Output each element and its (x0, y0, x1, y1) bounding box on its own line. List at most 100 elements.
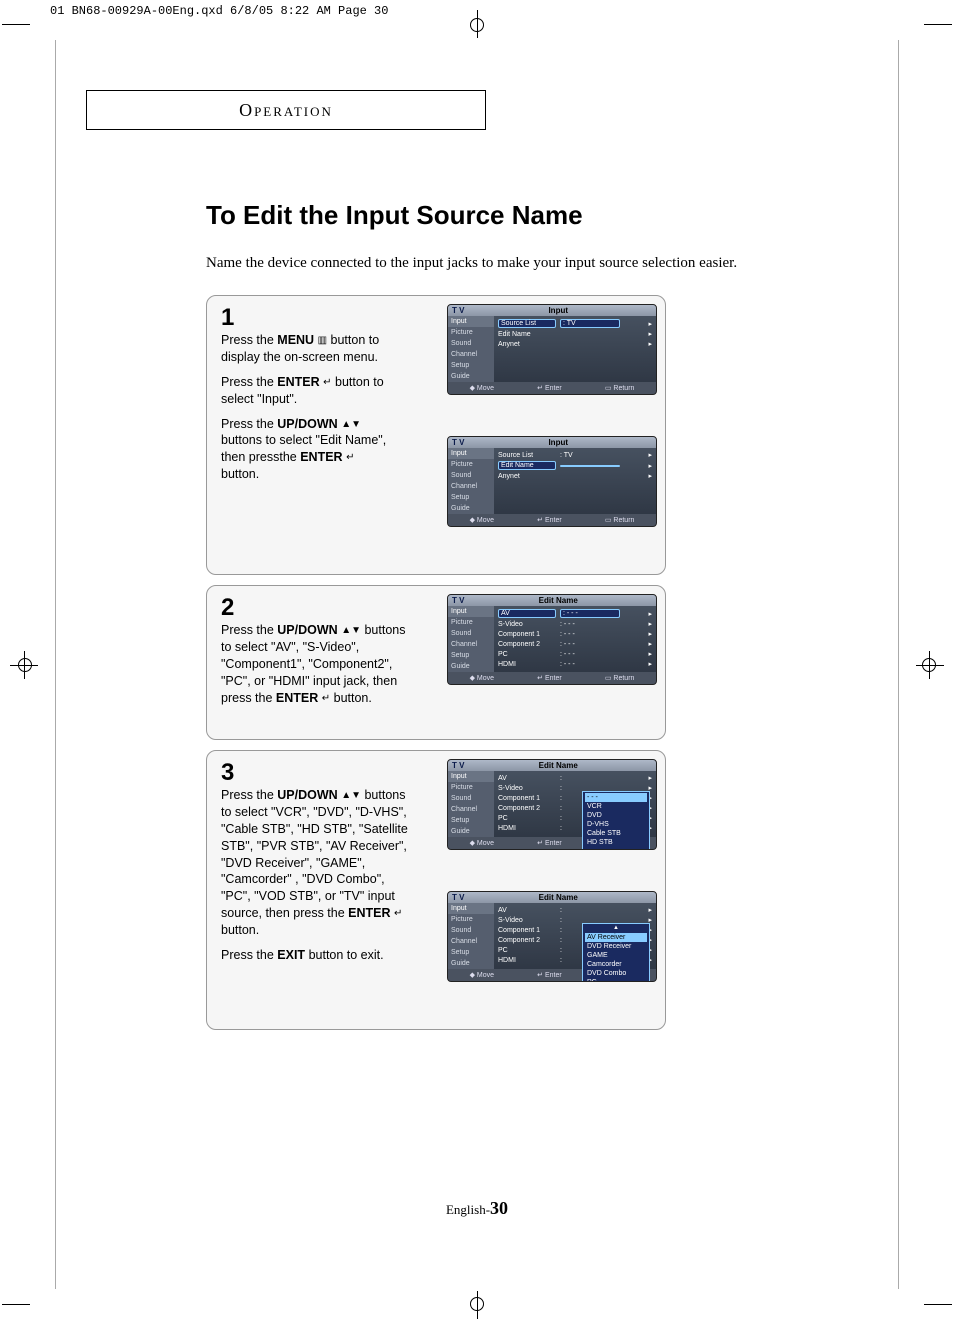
menu-row: Edit Name ▸ (498, 460, 652, 471)
chevron-right-icon: ▸ (648, 774, 652, 782)
intro-text: Name the device connected to the input j… (206, 255, 828, 272)
registration-mark-icon (18, 658, 32, 672)
updown-icon: ▲▼ (341, 625, 361, 636)
sidebar-item: Channel (448, 639, 494, 650)
menu-title: Edit Name (539, 761, 578, 770)
dropdown-menu: ▲AV ReceiverDVD ReceiverGAMECamcorderDVD… (582, 923, 650, 982)
sidebar-item: Input (448, 771, 494, 782)
sidebar-item: Guide (448, 826, 494, 837)
menu-row: S-Video : - - - ▸ (498, 619, 652, 629)
step-paragraph: Press the ENTER ↵ button to select "Inpu… (221, 374, 391, 408)
dropdown-item: DVD Receiver (585, 942, 647, 951)
dropdown-item: AV Receiver (585, 933, 647, 942)
sidebar-item: Setup (448, 947, 494, 958)
row-label: HDMI (498, 825, 556, 832)
dropdown-item: GAME (585, 951, 647, 960)
section-heading: Operation (239, 100, 333, 121)
step-1: 1 Press the MENU ▥ button to display the… (206, 295, 666, 575)
row-value: : - - - (560, 661, 620, 668)
menu-title: Edit Name (539, 893, 578, 902)
sidebar-item: Channel (448, 349, 494, 360)
footer-hint: ↵ Enter (537, 516, 562, 524)
tv-label: T V (452, 306, 464, 315)
registration-mark-icon (470, 1297, 484, 1311)
chevron-right-icon: ▸ (648, 320, 652, 328)
row-label: AV (498, 775, 556, 782)
chevron-right-icon: ▸ (648, 610, 652, 618)
sidebar-item: Setup (448, 650, 494, 661)
footer-hint: ◆ Move (470, 384, 494, 392)
step-paragraph: Press the UP/DOWN ▲▼ buttons to select "… (221, 622, 411, 706)
dropdown-item: PC (585, 978, 647, 982)
crop-mark (924, 1304, 952, 1305)
menu-screenshot-4: T V Edit Name InputPictureSoundChannelSe… (447, 759, 657, 850)
footer-hint: ↵ Enter (537, 839, 562, 847)
step-text: Press the MENU ▥ button to display the o… (221, 330, 391, 483)
crop-mark (2, 24, 30, 25)
row-value: : TV (560, 319, 620, 328)
row-label: Anynet (498, 341, 556, 348)
menu-row: HDMI : - - - ▸ (498, 659, 652, 669)
footer-hint: ◆ Move (470, 516, 494, 524)
row-value: : - - - (560, 651, 620, 658)
footer-hint: ◆ Move (470, 971, 494, 979)
chevron-up-icon: ▲ (585, 925, 647, 933)
row-label: Component 1 (498, 927, 556, 934)
sidebar-item: Channel (448, 804, 494, 815)
footer-hint: ↵ Enter (537, 384, 562, 392)
row-label: HDMI (498, 661, 556, 668)
menu-content: Source List : TV ▸ Edit Name ▸ Anynet ▸ (494, 448, 656, 514)
menu-title: Input (548, 306, 568, 315)
menu-body: InputPictureSoundChannelSetupGuide Sourc… (448, 316, 656, 382)
row-label: S-Video (498, 785, 556, 792)
footer-hint: ▭ Return (605, 516, 635, 524)
step-paragraph: Press the EXIT button to exit. (221, 947, 411, 964)
sidebar-item: Setup (448, 360, 494, 371)
dropdown-item: HD STB (585, 838, 647, 847)
chevron-right-icon: ▸ (648, 620, 652, 628)
row-label: PC (498, 651, 556, 658)
dropdown-menu: - - -VCRDVDD-VHSCable STBHD STBSatellite… (582, 791, 650, 850)
menu-body: InputPictureSoundChannelSetupGuide Sourc… (448, 448, 656, 514)
menu-body: InputPictureSoundChannelSetupGuide AV : … (448, 903, 656, 969)
menu-screenshot-3: T V Edit Name InputPictureSoundChannelSe… (447, 594, 657, 685)
footer-hint: ↵ Enter (537, 674, 562, 682)
row-label: Source List (498, 319, 556, 328)
tv-label: T V (452, 596, 464, 605)
footer-hint: ◆ Move (470, 674, 494, 682)
menu-row: AV : ▸ (498, 773, 652, 783)
menu-row: Source List : TV ▸ (498, 450, 652, 460)
row-label: HDMI (498, 957, 556, 964)
tv-label: T V (452, 893, 464, 902)
row-value (560, 465, 620, 467)
row-label: Component 2 (498, 641, 556, 648)
sidebar-item: Setup (448, 815, 494, 826)
dropdown-item: Satellite STB (585, 848, 647, 850)
dropdown-item: D-VHS (585, 820, 647, 829)
menu-body: InputPictureSoundChannelSetupGuide AV : … (448, 771, 656, 837)
row-label: PC (498, 815, 556, 822)
step-paragraph: Press the UP/DOWN ▲▼ buttons to select "… (221, 416, 391, 484)
menu-content: AV : - - - ▸ S-Video : - - - ▸ Component… (494, 606, 656, 672)
menu-row: Anynet ▸ (498, 471, 652, 481)
menu-titlebar: T V Input (448, 305, 656, 316)
menu-screenshot-1: T V Input InputPictureSoundChannelSetupG… (447, 304, 657, 395)
sidebar-item: Guide (448, 661, 494, 672)
crop-mark (924, 24, 952, 25)
chevron-right-icon: ▸ (648, 906, 652, 914)
step-paragraph: Press the MENU ▥ button to display the o… (221, 332, 391, 366)
menu-row: Edit Name ▸ (498, 329, 652, 339)
crop-mark (2, 1304, 30, 1305)
sidebar-item: Guide (448, 503, 494, 514)
row-value: : (560, 907, 620, 914)
sidebar-item: Picture (448, 459, 494, 470)
sidebar-item: Picture (448, 327, 494, 338)
dropdown-item: Cable STB (585, 829, 647, 838)
row-value: : TV (560, 452, 620, 459)
menu-titlebar: T V Edit Name (448, 595, 656, 606)
dropdown-item: DVD Combo (585, 969, 647, 978)
section-heading-box: Operation (86, 90, 486, 130)
chevron-right-icon: ▸ (648, 660, 652, 668)
row-label: Edit Name (498, 461, 556, 470)
page-title: To Edit the Input Source Name (206, 200, 583, 231)
